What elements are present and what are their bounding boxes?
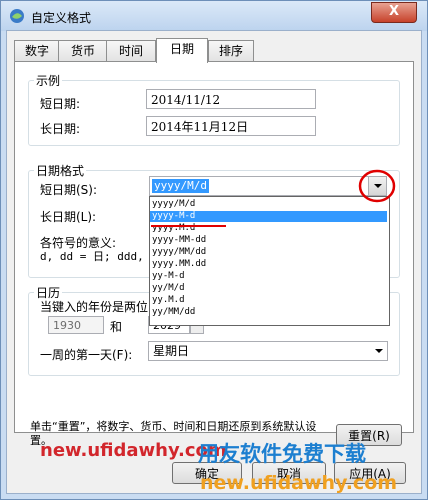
watermark-brand: 用友软件免费下载 xyxy=(198,442,366,466)
annotation-overlay xyxy=(151,169,396,227)
red-circle-annotation xyxy=(358,169,396,203)
watermark-url-bottom: new.ufidawhy.com xyxy=(200,472,398,494)
